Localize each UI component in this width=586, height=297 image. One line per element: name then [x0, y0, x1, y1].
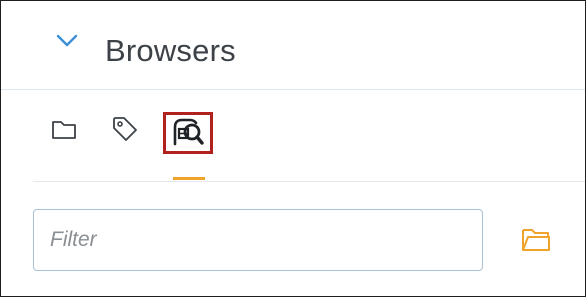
tab-divider	[33, 181, 585, 182]
browse-folder-button[interactable]	[519, 223, 555, 255]
tab-folders[interactable]	[44, 109, 84, 149]
tab-tags[interactable]	[105, 109, 145, 149]
filter-input[interactable]	[33, 209, 483, 271]
tab-database-search[interactable]	[163, 112, 213, 154]
folder-open-icon	[522, 229, 550, 251]
browsers-panel: Browsers	[0, 0, 586, 297]
tag-icon	[113, 117, 137, 141]
chevron-down-icon	[56, 34, 78, 47]
panel-header: Browsers	[1, 1, 585, 90]
search-database-icon	[173, 118, 204, 146]
panel-title: Browsers	[105, 33, 236, 68]
folder-icon	[52, 121, 76, 139]
active-tab-indicator	[173, 177, 205, 180]
collapse-toggle[interactable]	[55, 33, 79, 49]
